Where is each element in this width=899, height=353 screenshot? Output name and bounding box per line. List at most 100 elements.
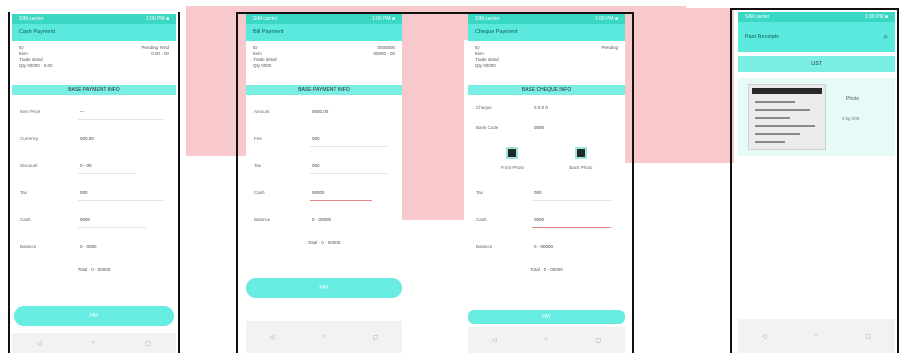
status-left: SIM carrier xyxy=(253,16,278,22)
frame-border xyxy=(178,12,180,353)
page-title: Cash Payment xyxy=(19,29,56,35)
info-right-line: 0.00 · 00 xyxy=(151,51,169,56)
item-title: Photo xyxy=(846,96,860,102)
home-icon[interactable]: ○ xyxy=(322,334,326,340)
home-icon[interactable]: ○ xyxy=(814,333,818,339)
qr-icon xyxy=(506,147,519,159)
pay-button[interactable]: PAY xyxy=(468,310,625,324)
field-row[interactable]: Discount 0 · 00 xyxy=(12,153,176,180)
info-block: ID Item Trade detail Qty 00000 · 0.00 Pe… xyxy=(12,41,176,85)
frame-border xyxy=(236,12,238,353)
back-icon[interactable]: ◁ xyxy=(762,333,767,340)
back-icon[interactable]: ◁ xyxy=(37,340,42,347)
field-label: Cheque xyxy=(476,105,492,110)
field-row[interactable]: Balance 0 · 00000 xyxy=(246,207,402,234)
status-left: SIM carrier xyxy=(19,16,44,22)
front-photo-button[interactable]: Front Photo xyxy=(500,147,525,170)
field-value[interactable]: 0000 xyxy=(80,217,90,222)
field-row[interactable]: Cash 0000 xyxy=(468,207,625,234)
field-row[interactable]: Bank Code 0000 xyxy=(468,121,625,141)
page-title: Cheque Payment xyxy=(475,29,518,35)
total-text: Total · 0 · 00000 xyxy=(77,267,111,272)
field-row[interactable]: Cash 0000 xyxy=(12,207,176,234)
photo-row: Front Photo Back Photo xyxy=(468,141,625,170)
field-underline xyxy=(310,200,372,201)
field-row[interactable]: Fee 000 xyxy=(246,126,402,153)
field-value[interactable]: 0 · 00000 xyxy=(312,217,331,222)
recents-icon[interactable]: ▢ xyxy=(145,340,151,347)
field-value[interactable]: 000 xyxy=(312,136,320,141)
field-underline xyxy=(78,173,136,174)
field-value[interactable]: 000 xyxy=(534,190,542,195)
field-row[interactable]: Tax 000 xyxy=(468,180,625,207)
app-bar: Cheque Payment xyxy=(468,24,625,41)
info-line: Qty 0000 xyxy=(253,63,272,68)
field-row[interactable]: Balance 0 · 00000 xyxy=(468,234,625,261)
status-right: 1:00 PM ■ xyxy=(145,16,169,22)
recents-icon[interactable]: ▢ xyxy=(373,334,379,341)
app-bar: Past Receipts ⌕ xyxy=(738,22,895,52)
pay-button[interactable]: PAY xyxy=(14,306,174,326)
list-item[interactable]: Photo 0 kg 000 xyxy=(738,78,895,156)
photo-label: Front Photo xyxy=(500,165,525,170)
field-value[interactable]: 00000 xyxy=(312,190,325,195)
status-left: SIM carrier xyxy=(475,16,500,22)
search-icon[interactable]: ⌕ xyxy=(884,22,888,52)
back-icon[interactable]: ◁ xyxy=(270,334,275,341)
section-header: BASE PAYMENT INFO xyxy=(12,85,176,95)
field-underline xyxy=(78,227,146,228)
pay-button[interactable]: PAY xyxy=(246,278,402,298)
info-line: Qty 00000 xyxy=(475,63,496,68)
item-subtitle: 0 kg 000 xyxy=(842,116,860,121)
back-photo-button[interactable]: Back Photo xyxy=(569,147,592,170)
home-icon[interactable]: ○ xyxy=(92,340,96,346)
field-value[interactable]: 0000 xyxy=(534,125,544,130)
status-right: 1:00 PM ■ xyxy=(864,14,888,20)
recents-icon[interactable]: ▢ xyxy=(865,333,871,340)
info-block: ID Item Trade detail Qty 0000 0000000 00… xyxy=(246,41,402,85)
field-value[interactable]: 0 0 0 0 xyxy=(534,105,548,110)
field-row[interactable]: Amount 0000.00 xyxy=(246,99,402,126)
field-row[interactable]: Tax 000 xyxy=(246,153,402,180)
field-row[interactable]: Item Price — xyxy=(12,99,176,126)
background-overlay xyxy=(624,8,734,163)
field-value[interactable]: 0 · 0000 xyxy=(80,244,97,249)
field-value[interactable]: 000.00 xyxy=(80,136,94,141)
field-underline xyxy=(78,200,164,201)
field-label: Discount xyxy=(20,163,38,168)
field-label: Amount xyxy=(254,109,270,114)
status-bar: SIM carrier 1:00 PM ■ xyxy=(12,14,176,24)
field-row[interactable]: Balance 0 · 0000 xyxy=(12,234,176,261)
page-title: Past Receipts xyxy=(745,34,779,40)
field-label: Tax xyxy=(476,190,484,195)
section-header: BASE CHEQUE INFO xyxy=(468,85,625,95)
info-block: ID Item Trade detail Qty 00000 Pending xyxy=(468,41,625,85)
nav-bar: ◁ ○ ▢ xyxy=(12,333,176,353)
field-value[interactable]: 0000.00 xyxy=(312,109,328,114)
field-label: Fee xyxy=(254,136,262,141)
field-underline xyxy=(532,200,611,201)
home-icon[interactable]: ○ xyxy=(544,337,548,343)
field-value[interactable]: — xyxy=(80,109,85,114)
field-row[interactable]: Tax 000 xyxy=(12,180,176,207)
back-icon[interactable]: ◁ xyxy=(492,337,497,344)
screen-cheque-payment: SIM carrier 1:00 PM ■ Cheque Payment ID … xyxy=(468,14,625,353)
recents-icon[interactable]: ▢ xyxy=(595,337,601,344)
field-label: Item Price xyxy=(20,109,41,114)
field-value[interactable]: 000 xyxy=(80,190,88,195)
field-row[interactable]: Currency 000.00 xyxy=(12,126,176,153)
receipt-thumbnail xyxy=(748,84,826,150)
field-value[interactable]: 000 xyxy=(312,163,320,168)
field-row[interactable]: Cheque 0 0 0 0 xyxy=(468,99,625,121)
field-value[interactable]: 0000 xyxy=(534,217,544,222)
field-underline xyxy=(78,119,164,120)
field-label: Balance xyxy=(254,217,271,222)
field-label: Tax xyxy=(20,190,28,195)
field-value[interactable]: 0 · 00000 xyxy=(534,244,553,249)
field-row[interactable]: Cash 00000 xyxy=(246,180,402,207)
frame-border xyxy=(730,8,732,353)
info-line: Qty 00000 · 0.00 xyxy=(19,63,53,68)
field-value[interactable]: 0 · 00 xyxy=(80,163,92,168)
status-bar: SIM carrier 1:00 PM ■ xyxy=(468,14,625,24)
background-overlay xyxy=(402,40,464,220)
